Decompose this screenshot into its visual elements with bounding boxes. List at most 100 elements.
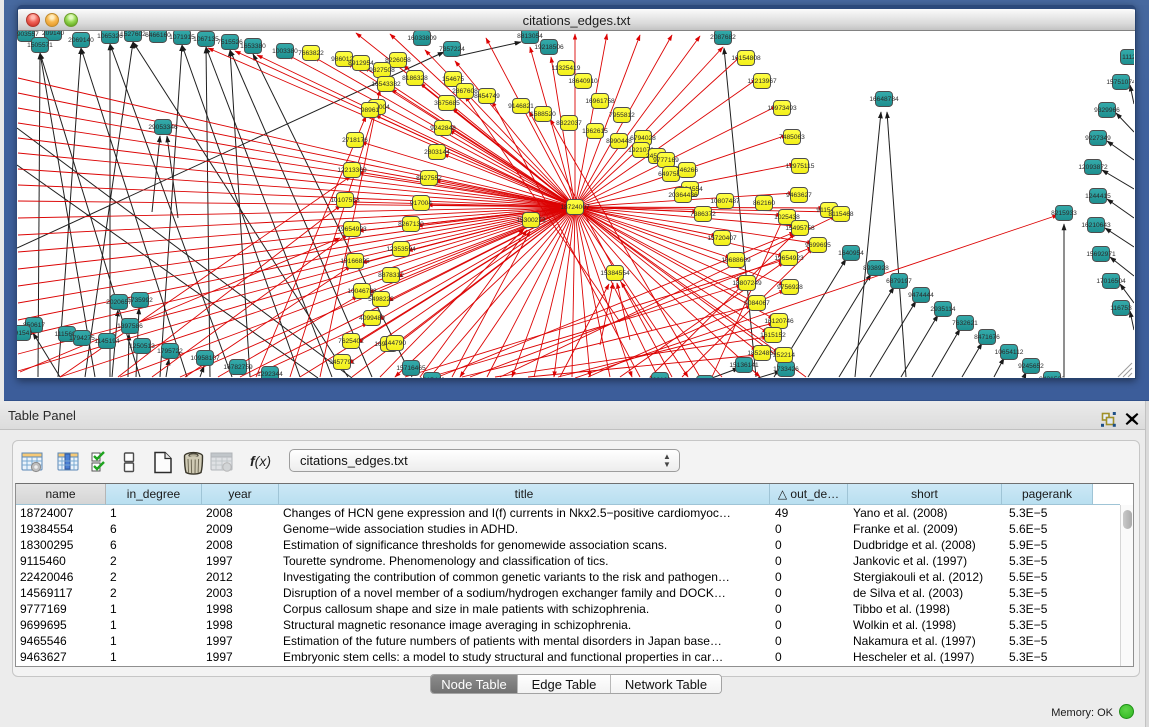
svg-text:5498222: 5498222: [368, 296, 394, 303]
svg-text:9329966: 9329966: [1094, 107, 1120, 114]
svg-text:8990448: 8990448: [606, 138, 632, 145]
svg-text:19218506: 19218506: [534, 44, 564, 51]
svg-text:18807249: 18807249: [732, 280, 762, 287]
svg-text:1588520: 1588520: [530, 111, 556, 118]
svg-text:15692971: 15692971: [1086, 251, 1116, 258]
svg-text:15720407: 15720407: [707, 235, 737, 242]
svg-text:746266: 746266: [676, 167, 698, 174]
svg-text:1397586: 1397586: [117, 323, 143, 330]
svg-text:16648784: 16648784: [869, 96, 899, 103]
svg-text:7663822: 7663822: [298, 50, 324, 57]
svg-text:1505571: 1505571: [27, 42, 53, 49]
svg-text:116753: 116753: [1110, 305, 1132, 312]
svg-text:2935114: 2935114: [930, 306, 956, 313]
svg-text:1735992: 1735992: [127, 297, 153, 304]
svg-text:8215933: 8215933: [1051, 210, 1077, 217]
svg-text:1640954: 1640954: [838, 250, 864, 257]
svg-text:11325419: 11325419: [552, 65, 581, 72]
svg-text:1250513: 1250513: [129, 343, 155, 350]
svg-text:3675685: 3675685: [434, 100, 460, 107]
svg-text:154675: 154675: [442, 76, 464, 83]
svg-text:8427552: 8427552: [416, 175, 442, 182]
svg-text:2069140: 2069140: [68, 37, 94, 44]
svg-text:9431522: 9431522: [1039, 376, 1065, 378]
svg-text:16033809: 16033809: [407, 35, 437, 42]
svg-text:8115468: 8115468: [828, 211, 854, 218]
svg-text:1527602: 1527602: [120, 31, 146, 38]
svg-text:10958107: 10958107: [190, 355, 220, 362]
svg-text:391541: 391541: [17, 330, 33, 337]
svg-text:8878312: 8878312: [378, 272, 404, 279]
svg-text:12093872: 12093872: [1078, 164, 1108, 171]
svg-text:10807487: 10807487: [710, 198, 740, 205]
svg-text:4099489: 4099489: [359, 315, 385, 322]
svg-text:1003380: 1003380: [272, 48, 298, 55]
svg-text:1292344: 1292344: [257, 371, 283, 378]
svg-text:9457791: 9457791: [329, 359, 355, 366]
svg-text:1244415: 1244415: [1085, 193, 1111, 200]
svg-text:15495758: 15495758: [785, 225, 815, 232]
svg-text:1795722: 1795722: [157, 348, 183, 355]
svg-text:9146821: 9146821: [508, 103, 534, 110]
svg-text:29053346: 29053346: [148, 124, 178, 131]
svg-text:16961758: 16961758: [585, 98, 615, 105]
svg-text:18724007: 18724007: [560, 204, 590, 211]
svg-text:9815440: 9815440: [419, 377, 445, 378]
svg-text:12975115: 12975115: [786, 163, 815, 170]
svg-text:6794028: 6794028: [630, 135, 656, 142]
svg-text:252214: 252214: [773, 352, 795, 359]
svg-text:9699695: 9699695: [805, 242, 831, 249]
svg-text:8471676: 8471676: [974, 334, 1000, 341]
svg-text:6466160: 6466160: [145, 32, 171, 39]
svg-text:9242848: 9242848: [430, 125, 456, 132]
svg-text:16154808: 16154808: [731, 55, 761, 62]
svg-text:8267130: 8267130: [398, 221, 424, 228]
svg-text:18640910: 18640910: [568, 78, 598, 85]
svg-text:8186328: 8186328: [402, 75, 428, 82]
svg-text:19654923: 19654923: [337, 226, 367, 233]
svg-text:98961: 98961: [361, 107, 380, 114]
svg-text:16210643: 16210643: [1081, 222, 1111, 229]
svg-text:17016504: 17016504: [1096, 278, 1126, 285]
svg-text:7955812: 7955812: [609, 112, 635, 119]
svg-text:1362615: 1362615: [582, 128, 608, 135]
svg-text:9327508: 9327508: [369, 67, 395, 74]
svg-text:10107553: 10107553: [330, 197, 360, 204]
svg-text:1794275: 1794275: [69, 335, 95, 342]
svg-text:12353594: 12353594: [386, 246, 416, 253]
svg-text:862160: 862160: [753, 200, 775, 207]
svg-text:19654923: 19654923: [774, 255, 804, 262]
svg-text:1145194: 1145194: [94, 338, 120, 345]
svg-text:1112: 1112: [1122, 54, 1134, 61]
svg-text:9227349: 9227349: [1085, 135, 1111, 142]
svg-text:1653380: 1653380: [240, 43, 266, 50]
svg-text:8938928: 8938928: [863, 265, 889, 272]
svg-text:7632621: 7632621: [952, 320, 978, 327]
svg-text:7485063: 7485063: [779, 134, 805, 141]
svg-text:15384554: 15384554: [600, 270, 630, 277]
svg-text:15136141: 15136141: [729, 362, 759, 369]
svg-text:2087682: 2087682: [710, 34, 736, 41]
svg-text:762160: 762160: [649, 377, 671, 378]
svg-text:12213369: 12213369: [337, 167, 367, 174]
svg-text:10654112: 10654112: [995, 349, 1024, 356]
svg-text:7386372: 7386372: [690, 211, 716, 218]
svg-text:8322037: 8322037: [556, 120, 582, 127]
svg-text:9474444: 9474444: [908, 292, 934, 299]
svg-text:1071915: 1071915: [169, 34, 195, 41]
svg-text:10688609: 10688609: [721, 257, 751, 264]
svg-text:6879197: 6879197: [886, 278, 912, 285]
svg-text:917004: 917004: [410, 200, 432, 207]
svg-text:16543382: 16543382: [371, 81, 401, 88]
svg-text:9084067: 9084067: [744, 300, 770, 307]
svg-text:7357224: 7357224: [439, 46, 465, 53]
svg-text:7625402: 7625402: [338, 338, 364, 345]
svg-text:1067135: 1067135: [193, 36, 219, 43]
svg-text:16782759: 16782759: [223, 364, 253, 371]
svg-text:2718176: 2718176: [342, 137, 368, 144]
svg-text:8454749: 8454749: [474, 93, 500, 100]
svg-text:9756928: 9756928: [777, 284, 803, 291]
svg-text:9463627: 9463627: [786, 192, 812, 199]
svg-text:9777169: 9777169: [653, 157, 679, 164]
svg-text:16120746: 16120746: [764, 318, 794, 325]
